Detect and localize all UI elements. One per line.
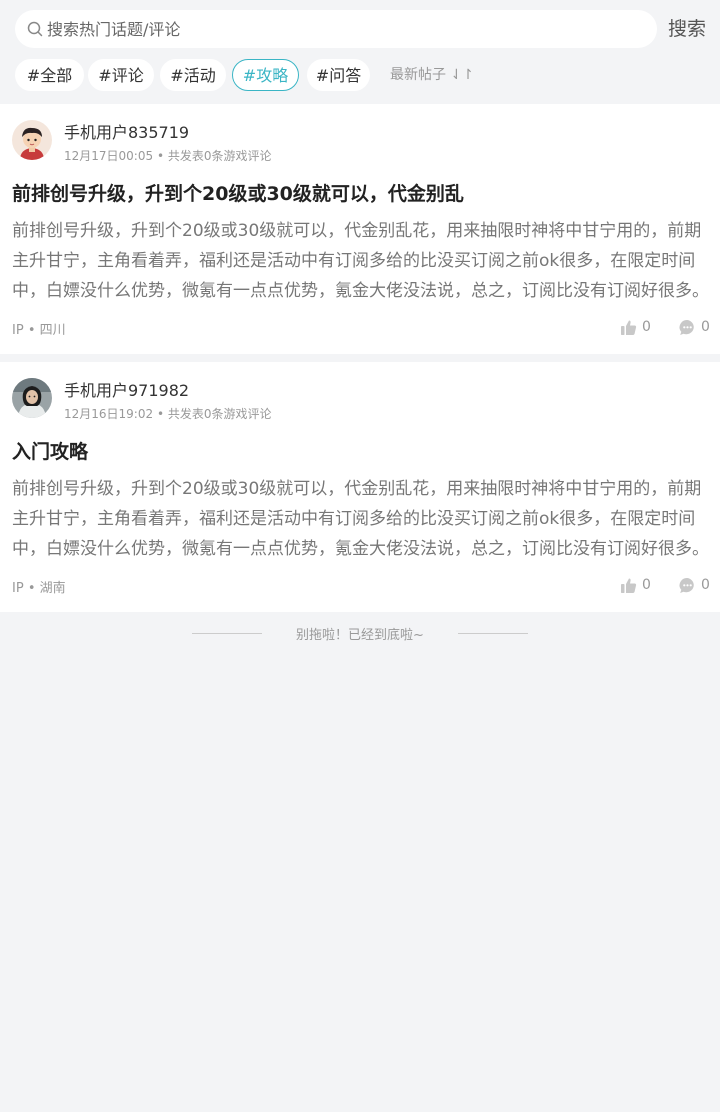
like-count: 0 [642,577,651,593]
tag-guides[interactable]: #攻略 [232,59,299,91]
search-box[interactable] [15,10,657,48]
post-meta: 12月16日19:02 • 共发表0条游戏评论 [64,405,272,422]
meta-dot: • [156,149,168,163]
meta-dot: • [27,581,40,596]
post-meta: 12月17日00:05 • 共发表0条游戏评论 [64,147,272,164]
post-body[interactable]: 前排创号升级，升到个20级或30级就可以，代金别乱花，用来抽限时神将中甘宁用的，… [12,474,710,564]
post-card[interactable]: 手机用户835719 12月17日00:05 • 共发表0条游戏评论 前排创号升… [0,104,720,354]
header: 搜索 #全部 #评论 #活动 #攻略 #问答 最新帖子 ⇃↾ [0,0,720,104]
post-title[interactable]: 前排创号升级，升到个20级或30级就可以，代金别乱 [12,179,464,206]
like-count: 0 [642,319,651,335]
comment-button[interactable]: 0 [679,317,710,337]
thumbs-up-icon [621,578,637,593]
tag-all[interactable]: #全部 [15,59,84,91]
cartoon-avatar-icon[interactable] [12,120,52,160]
post-comment-summary: 共发表0条游戏评论 [167,149,272,163]
meta-dot: • [156,407,168,421]
post-ip-location: IP • 四川 [12,319,66,338]
search-input[interactable] [47,10,647,48]
tag-comments[interactable]: #评论 [88,59,154,91]
sort-toggle[interactable]: 最新帖子 ⇃↾ [390,64,474,86]
comment-button[interactable]: 0 [679,575,710,595]
comment-count: 0 [701,577,710,593]
like-button[interactable]: 0 [620,575,651,595]
post-ip-location: IP • 湖南 [12,577,66,596]
tag-qa[interactable]: #问答 [307,59,370,91]
ip-label: IP [12,581,24,596]
end-divider-right [458,633,528,634]
thumbs-up-icon [621,320,637,335]
comment-count: 0 [701,319,710,335]
post-username[interactable]: 手机用户971982 [64,377,189,401]
tag-events[interactable]: #活动 [160,59,226,91]
location-text: 湖南 [39,581,66,596]
ip-label: IP [12,323,24,338]
end-of-list-text: 别拖啦！已经到底啦~ [296,628,424,643]
location-text: 四川 [39,323,66,338]
like-button[interactable]: 0 [620,317,651,337]
post-time: 12月17日00:05 [64,149,154,163]
search-button[interactable]: 搜索 [664,16,710,42]
comment-bubble-icon [679,577,694,593]
post-body[interactable]: 前排创号升级，升到个20级或30级就可以，代金别乱花，用来抽限时神将中甘宁用的，… [12,216,710,306]
end-divider-left [192,633,262,634]
post-time: 12月16日19:02 [64,407,154,421]
post-username[interactable]: 手机用户835719 [64,119,189,143]
search-icon [27,21,43,37]
post-title[interactable]: 入门攻略 [12,437,88,464]
post-card[interactable]: 手机用户971982 12月16日19:02 • 共发表0条游戏评论 入门攻略 … [0,362,720,612]
photo-avatar-icon[interactable] [12,378,52,418]
meta-dot: • [27,323,40,338]
post-comment-summary: 共发表0条游戏评论 [167,407,272,421]
comment-bubble-icon [679,319,694,335]
